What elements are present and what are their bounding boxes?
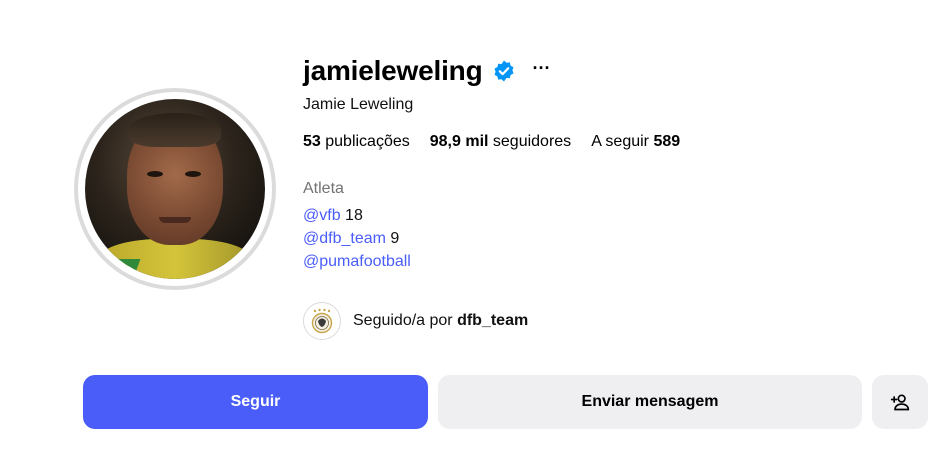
profile-category: Atleta bbox=[303, 180, 344, 197]
dfb-crest-icon bbox=[311, 308, 333, 334]
bio-text: 9 bbox=[385, 230, 400, 247]
posts-label: publicações bbox=[325, 133, 410, 150]
bio-text: 18 bbox=[340, 207, 363, 224]
followed-by-avatar[interactable] bbox=[303, 302, 341, 340]
profile-avatar[interactable] bbox=[85, 99, 265, 279]
bio-mention-link[interactable]: @pumafootball bbox=[303, 253, 411, 270]
bio-mention-link[interactable]: @dfb_team bbox=[303, 230, 386, 247]
followers-count: 98,9 mil bbox=[429, 133, 489, 150]
followed-by-text: Seguido/a por dfb_team bbox=[353, 312, 528, 330]
username: jamieleweling bbox=[303, 55, 483, 86]
posts-count: 53 bbox=[303, 133, 321, 150]
followed-by-prefix: Seguido/a por bbox=[353, 312, 458, 329]
send-message-button[interactable]: Enviar mensagem bbox=[438, 375, 862, 429]
full-name: Jamie Leweling bbox=[303, 96, 414, 113]
bio-mention-link[interactable]: @vfb bbox=[303, 207, 341, 224]
posts-stat[interactable]: 53 publicações bbox=[303, 133, 410, 151]
following-stat[interactable]: A seguir 589 bbox=[591, 133, 680, 151]
profile-avatar-ring[interactable] bbox=[74, 88, 276, 290]
followers-stat[interactable]: 98,9 mil seguidores bbox=[430, 133, 571, 151]
suggest-accounts-button[interactable] bbox=[872, 375, 928, 429]
following-label: A seguir bbox=[591, 133, 649, 150]
followers-label: seguidores bbox=[492, 133, 572, 150]
avatar-eye bbox=[147, 171, 163, 177]
followed-by-account[interactable]: dfb_team bbox=[457, 312, 528, 329]
username-row: jamieleweling ··· bbox=[303, 52, 550, 90]
following-count: 589 bbox=[653, 133, 681, 150]
verified-badge-icon bbox=[494, 60, 514, 82]
profile-stats: 53 publicações 98,9 mil seguidores A seg… bbox=[303, 133, 700, 151]
follow-button[interactable]: Seguir bbox=[83, 375, 428, 429]
add-person-icon bbox=[890, 394, 910, 411]
bio-line: @dfb_team 9 bbox=[303, 230, 399, 248]
avatar-hair bbox=[129, 113, 221, 147]
avatar-mouth bbox=[159, 217, 191, 223]
bio-line: @pumafootball bbox=[303, 253, 411, 271]
followed-by-row[interactable]: Seguido/a por dfb_team bbox=[303, 302, 528, 340]
avatar-eye bbox=[185, 171, 201, 177]
bio-line: @vfb 18 bbox=[303, 207, 363, 225]
more-options-icon[interactable]: ··· bbox=[532, 59, 550, 77]
